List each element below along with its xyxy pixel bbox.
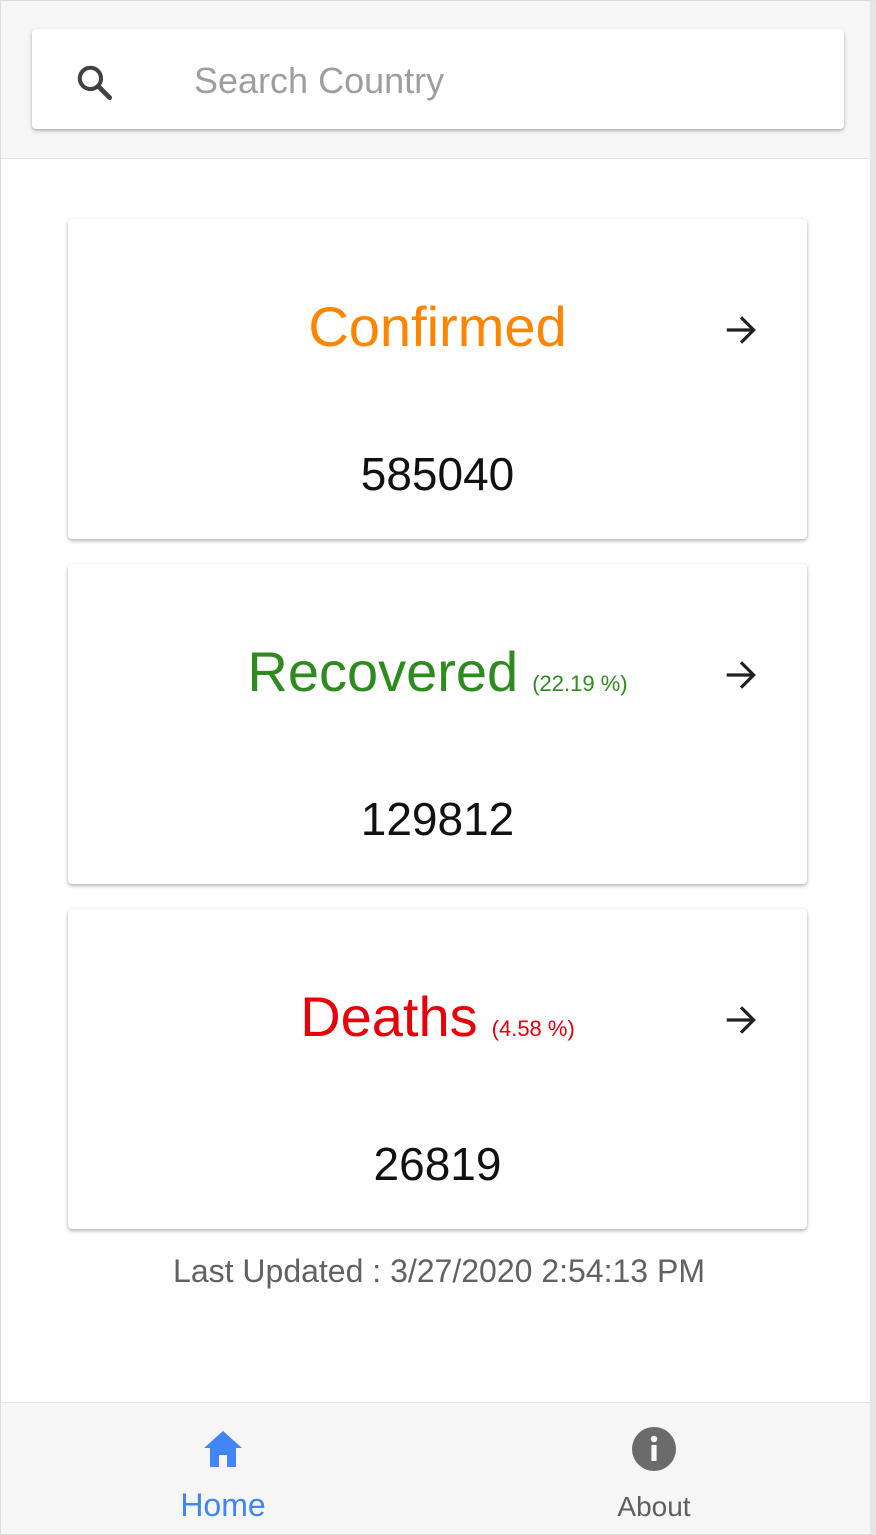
search-input[interactable] — [194, 59, 834, 103]
recovered-card[interactable]: Recovered (22.19 %) 129812 — [68, 564, 807, 884]
arrow-right-icon[interactable] — [722, 1001, 760, 1039]
confirmed-card[interactable]: Confirmed 585040 — [68, 219, 807, 539]
card-title: Recovered (22.19 %) — [68, 639, 807, 704]
nav-about[interactable]: About — [554, 1403, 754, 1534]
search-box[interactable] — [32, 29, 844, 129]
recovered-label: Recovered — [247, 640, 519, 703]
app-screen: Confirmed 585040 Recovered (22.19 %) 1298… — [0, 0, 876, 1535]
last-updated: Last Updated : 3/27/2020 2:54:13 PM — [173, 1253, 705, 1289]
nav-about-label: About — [617, 1491, 691, 1522]
nav-home-label: Home — [180, 1487, 266, 1523]
deaths-percent: (4.58 %) — [491, 1016, 575, 1041]
deaths-value: 26819 — [373, 1138, 502, 1190]
arrow-right-icon[interactable] — [722, 311, 760, 349]
confirmed-label: Confirmed — [308, 295, 567, 358]
recovered-value: 129812 — [360, 793, 515, 845]
home-icon[interactable] — [199, 1425, 247, 1473]
deaths-label: Deaths — [300, 985, 478, 1048]
search-icon[interactable] — [73, 61, 117, 105]
confirmed-value: 585040 — [360, 448, 515, 500]
card-title: Deaths (4.58 %) — [68, 984, 807, 1049]
arrow-right-icon[interactable] — [722, 656, 760, 694]
deaths-card[interactable]: Deaths (4.58 %) 26819 — [68, 909, 807, 1229]
recovered-percent: (22.19 %) — [532, 671, 628, 696]
info-icon[interactable] — [630, 1425, 678, 1473]
bottom-nav: Home About — [1, 1402, 870, 1534]
card-title: Confirmed — [68, 294, 807, 359]
nav-home[interactable]: Home — [123, 1403, 323, 1534]
top-bar — [1, 1, 870, 159]
